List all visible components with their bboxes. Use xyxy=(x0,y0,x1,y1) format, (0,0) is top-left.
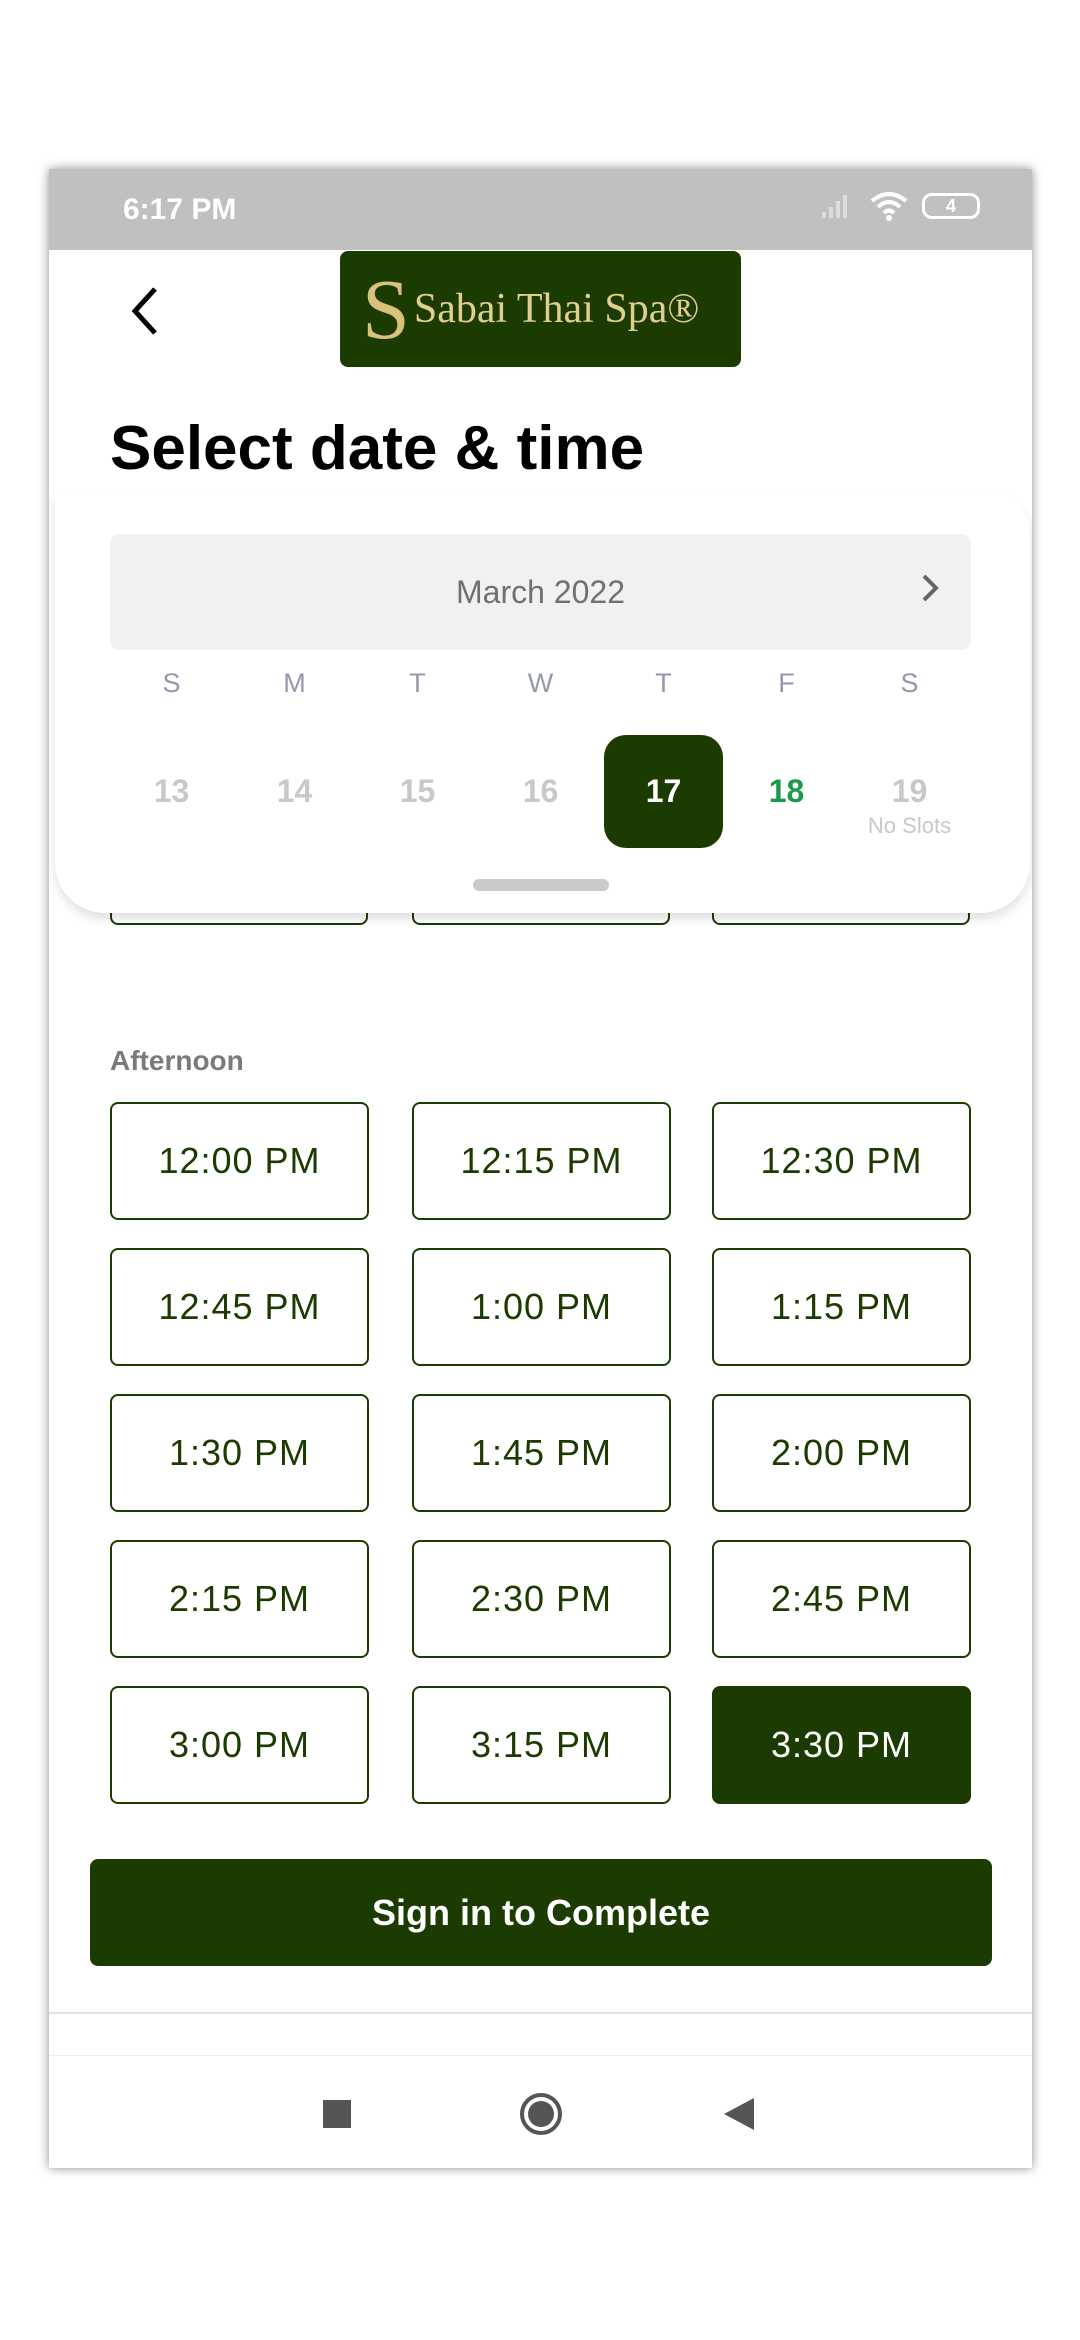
drag-handle[interactable] xyxy=(473,879,609,891)
date-row: 13 14 15 16 17 18 19 No Slots xyxy=(110,735,971,848)
time-slot[interactable]: 1:00 PM xyxy=(412,1248,671,1366)
nav-bar xyxy=(49,2055,1032,2168)
wifi-icon xyxy=(870,192,908,221)
calendar: March 2022 S M T W T F S 13 14 15 16 17 18 19 N… xyxy=(55,492,1030,913)
weekday-row: SMTWTFS xyxy=(110,668,971,699)
weekday: M xyxy=(283,668,306,698)
weekday: S xyxy=(900,668,919,698)
weekday: T xyxy=(655,668,672,698)
back-icon[interactable] xyxy=(724,2098,754,2135)
signal-icon xyxy=(822,195,847,218)
no-slots-label: No Slots xyxy=(867,813,952,838)
battery-icon: 4 xyxy=(922,193,980,219)
logo: S Sabai Thai Spa® xyxy=(340,251,741,367)
date-15: 15 xyxy=(399,773,436,809)
recents-icon[interactable] xyxy=(323,2100,351,2133)
time-slot[interactable]: 12:15 PM xyxy=(412,1102,671,1220)
time-slot[interactable]: 12:45 PM xyxy=(110,1248,369,1366)
status-time: 6:17 PM xyxy=(123,193,237,226)
page-title: Select date & time xyxy=(110,414,645,483)
sign-in-button[interactable]: Sign in to Complete xyxy=(90,1859,992,1966)
date-17[interactable]: 17 xyxy=(602,735,725,848)
home-icon[interactable] xyxy=(519,2092,563,2141)
phone-screen: 6:17 PM 4 S Sabai Thai Spa® Select date &… xyxy=(49,169,1032,2168)
time-slot[interactable]: 2:45 PM xyxy=(712,1540,971,1658)
time-slot[interactable]: 2:15 PM xyxy=(110,1540,369,1658)
time-slot[interactable]: 2:30 PM xyxy=(412,1540,671,1658)
section-afternoon: Afternoon xyxy=(110,1045,244,1076)
time-slot[interactable]: 1:15 PM xyxy=(712,1248,971,1366)
time-slot[interactable]: 12:30 PM xyxy=(712,1102,971,1220)
time-slot[interactable]: 3:15 PM xyxy=(412,1686,671,1804)
date-14: 14 xyxy=(276,773,313,809)
weekday: F xyxy=(778,668,795,698)
divider xyxy=(49,2012,1032,2014)
weekday: S xyxy=(162,668,181,698)
weekday: T xyxy=(409,668,426,698)
time-slot[interactable]: 12:00 PM xyxy=(110,1102,369,1220)
date-13: 13 xyxy=(153,773,190,809)
time-slot[interactable]: 3:00 PM xyxy=(110,1686,369,1804)
weekday: W xyxy=(527,668,554,698)
chevron-right-icon[interactable] xyxy=(918,572,942,604)
time-slot[interactable]: 1:30 PM xyxy=(110,1394,369,1512)
date-18[interactable]: 18 xyxy=(725,735,848,848)
date-16: 16 xyxy=(522,773,559,809)
date-19: 19 No Slots xyxy=(848,735,971,848)
month-label: March 2022 xyxy=(110,534,971,650)
time-slot[interactable]: 1:45 PM xyxy=(412,1394,671,1512)
chevron-left-icon[interactable] xyxy=(121,281,171,341)
time-slot[interactable]: 3:30 PM xyxy=(712,1686,971,1804)
time-slot[interactable]: 2:00 PM xyxy=(712,1394,971,1512)
status-bar: 6:17 PM 4 xyxy=(49,169,1032,250)
